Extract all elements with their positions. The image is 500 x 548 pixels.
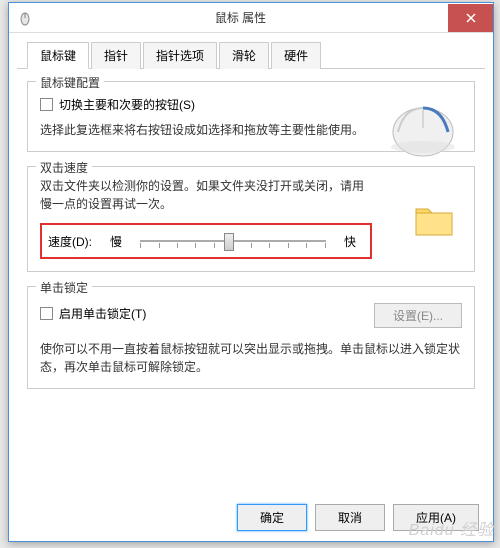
swap-buttons-checkbox[interactable] [40, 98, 53, 111]
group-button-config: 鼠标键配置 切换主要和次要的按钮(S) 选择此复选框来将右按钮设成如选择和拖放等… [27, 81, 475, 152]
tab-panel: 鼠标键配置 切换主要和次要的按钮(S) 选择此复选框来将右按钮设成如选择和拖放等… [9, 69, 493, 415]
mouse-icon [17, 10, 33, 26]
tab-pointer-options[interactable]: 指针选项 [143, 42, 217, 69]
tab-hardware[interactable]: 硬件 [271, 42, 321, 69]
slider-thumb[interactable] [224, 233, 234, 251]
window-title: 鼠标 属性 [33, 9, 448, 26]
group-title: 鼠标键配置 [36, 74, 104, 91]
apply-button[interactable]: 应用(A) [393, 504, 479, 531]
close-icon [466, 13, 476, 23]
click-lock-checkbox-row[interactable]: 启用单击锁定(T) [40, 305, 146, 322]
ok-button[interactable]: 确定 [237, 504, 307, 531]
click-lock-checkbox[interactable] [40, 307, 53, 320]
click-lock-desc: 使你可以不用一直按着鼠标按钮就可以突出显示或拖拽。单击鼠标以进入锁定状态，再次单… [40, 340, 462, 376]
tab-bar: 鼠标键 指针 指针选项 滑轮 硬件 [17, 33, 485, 69]
tab-mouse-keys[interactable]: 鼠标键 [27, 42, 89, 69]
speed-slow-label: 慢 [110, 233, 122, 250]
mouse-illustration [384, 92, 462, 160]
titlebar: 鼠标 属性 [9, 3, 493, 33]
swap-buttons-desc: 选择此复选框来将右按钮设成如选择和拖放等主要性能使用。 [40, 121, 372, 139]
speed-fast-label: 快 [344, 233, 356, 250]
speed-label: 速度(D): [48, 233, 92, 250]
group-double-click-speed: 双击速度 双击文件夹以检测你的设置。如果文件夹没打开或关闭，请用慢一点的设置再试… [27, 166, 475, 272]
speed-slider[interactable] [130, 231, 336, 251]
cancel-button[interactable]: 取消 [315, 504, 385, 531]
folder-icon[interactable] [412, 201, 456, 241]
mouse-properties-window: 鼠标 属性 鼠标键 指针 指针选项 滑轮 硬件 鼠标键配置 切换主要和次要的按钮… [8, 2, 494, 542]
group-title: 单击锁定 [36, 279, 92, 296]
click-lock-label: 启用单击锁定(T) [59, 305, 146, 322]
close-button[interactable] [448, 4, 493, 32]
tab-wheel[interactable]: 滑轮 [219, 42, 269, 69]
speed-slider-row: 速度(D): 慢 快 [40, 223, 372, 259]
group-click-lock: 单击锁定 启用单击锁定(T) 设置(E)... 使你可以不用一直按着鼠标按钮就可… [27, 286, 475, 389]
dialog-buttons: 确定 取消 应用(A) [237, 504, 479, 531]
group-title: 双击速度 [36, 159, 92, 176]
swap-buttons-label: 切换主要和次要的按钮(S) [59, 96, 195, 113]
speed-desc: 双击文件夹以检测你的设置。如果文件夹没打开或关闭，请用慢一点的设置再试一次。 [40, 177, 372, 213]
click-lock-settings-button: 设置(E)... [374, 303, 462, 328]
tab-pointer[interactable]: 指针 [91, 42, 141, 69]
